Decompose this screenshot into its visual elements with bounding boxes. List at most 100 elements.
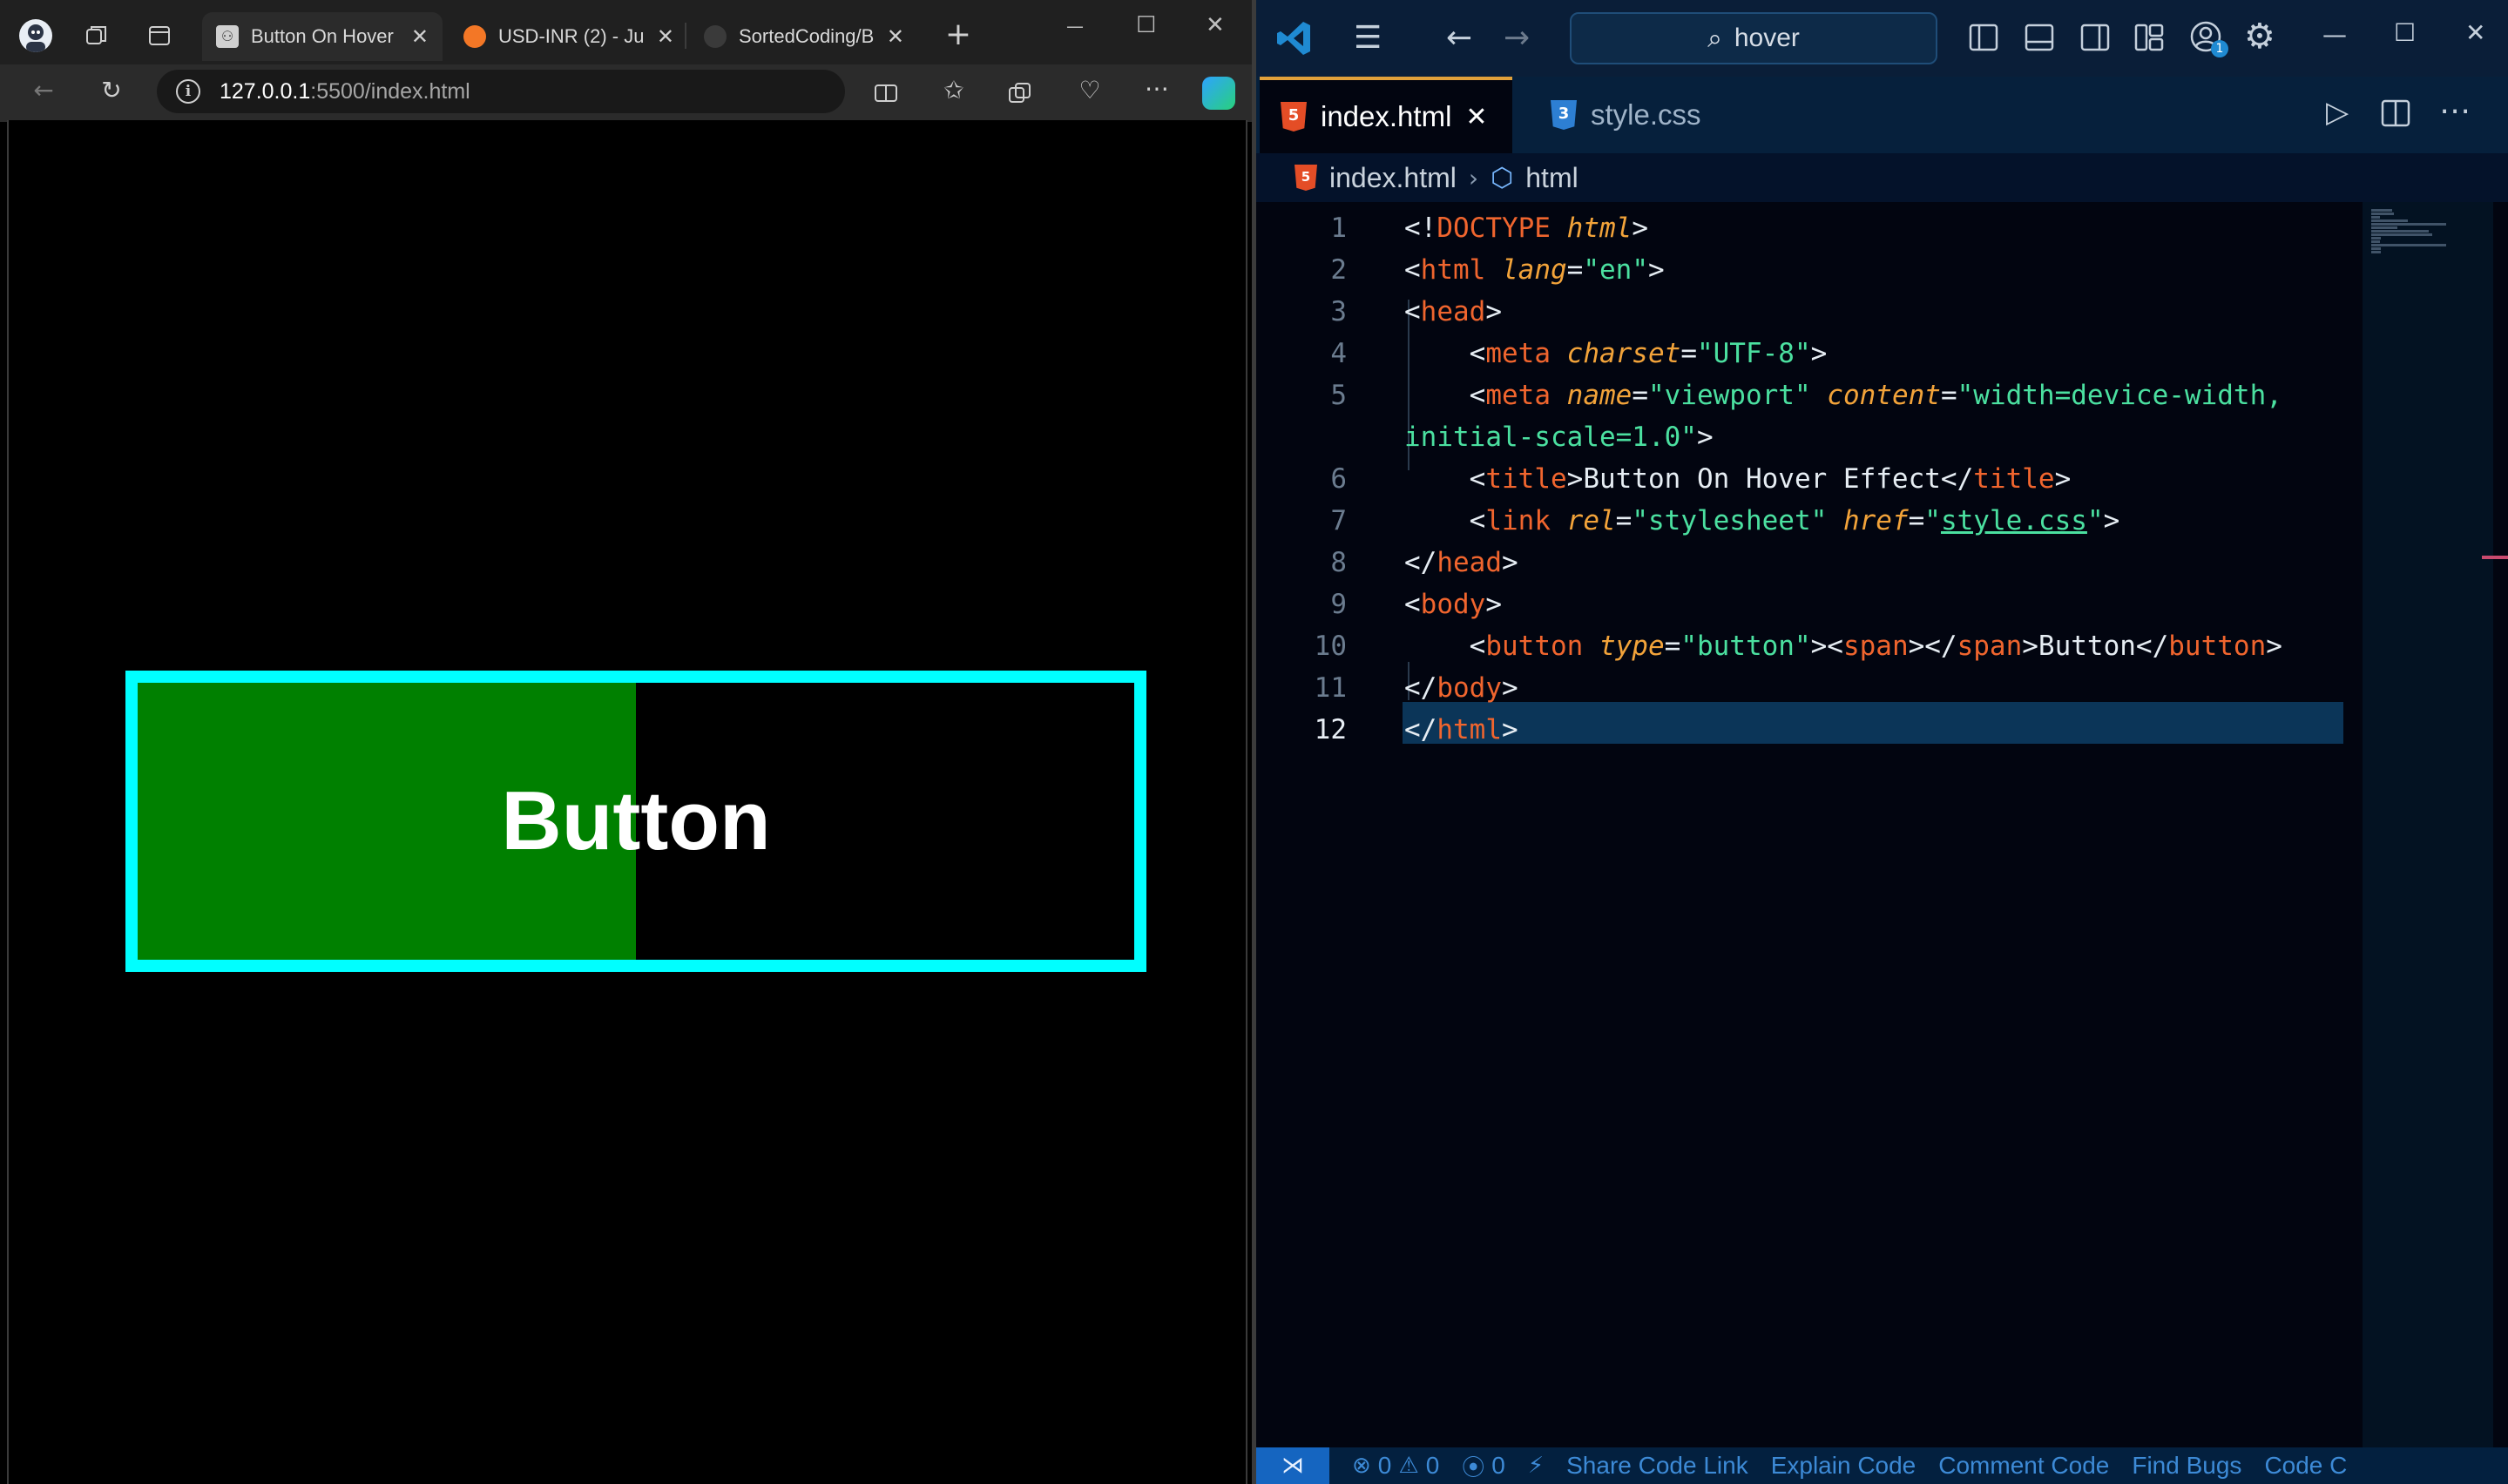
code-line[interactable]: 3 <head> xyxy=(1256,291,2363,333)
code-text: <!DOCTYPE html> xyxy=(1404,212,1648,244)
status-share-code-link[interactable]: Share Code Link xyxy=(1566,1452,1748,1480)
status-explain-code[interactable]: Explain Code xyxy=(1771,1452,1916,1480)
more-icon[interactable]: ⋯ xyxy=(1141,77,1173,101)
close-tab-icon[interactable]: ✕ xyxy=(887,24,904,49)
browser-tab-button-on-hover[interactable]: ⚇ Button On Hover ✕ xyxy=(202,12,443,61)
nav-back-icon[interactable]: ← xyxy=(1446,23,1472,54)
jupyter-icon xyxy=(463,25,486,48)
status-find-bugs[interactable]: Find Bugs xyxy=(2132,1452,2241,1480)
address-bar[interactable]: i 127.0.0.1:5500/index.html xyxy=(157,70,845,113)
browser-tab-usd-inr[interactable]: USD-INR (2) - Jup ✕ xyxy=(450,12,688,61)
menu-icon[interactable]: ☰ xyxy=(1354,23,1382,54)
ports-status[interactable]: ⦿ 0 xyxy=(1462,1450,1505,1482)
close-window-button[interactable]: ✕ xyxy=(1206,12,1225,38)
remote-icon[interactable]: ⋊ xyxy=(1256,1447,1329,1484)
collections-icon[interactable] xyxy=(1005,80,1035,111)
code-line[interactable]: 2 <html lang="en"> xyxy=(1256,249,2363,291)
settings-gear-icon[interactable]: ⚙ xyxy=(2244,19,2275,54)
code-editor[interactable]: 1 <!DOCTYPE html> 2 <html lang="en"> 3 <head>… xyxy=(1256,202,2363,1447)
status-bar: ⋊ ⊗ 0 ⚠ 0 ⦿ 0 ⚡ Share Code Link Explain Cod… xyxy=(1256,1447,2508,1484)
status-comment-code[interactable]: Comment Code xyxy=(1938,1452,2109,1480)
code-line[interactable]: 10 <button type="button"><span></span>Bu… xyxy=(1256,625,2363,667)
minimize-button[interactable]: — xyxy=(1066,16,1084,37)
line-number: 5 xyxy=(1330,380,1347,411)
account-icon[interactable]: 1 xyxy=(2188,19,2228,62)
ports-count: 0 xyxy=(1491,1452,1505,1479)
code-line[interactable]: 9 <body> xyxy=(1256,583,2363,625)
code-line[interactable]: initial-scale=1.0"> xyxy=(1256,416,2363,458)
line-number: 10 xyxy=(1314,631,1347,662)
new-tab-button[interactable]: + xyxy=(943,19,974,51)
close-tab-icon[interactable]: ✕ xyxy=(411,24,429,49)
minimap-line xyxy=(2371,244,2447,246)
minimap-line xyxy=(2371,212,2394,215)
run-icon[interactable]: ▷ xyxy=(2326,98,2349,127)
command-center-search[interactable]: ⌕ hover xyxy=(1570,12,1937,64)
editor-tab-style-css[interactable]: 3 style.css xyxy=(1530,77,1722,153)
code-line[interactable]: 12 </html> xyxy=(1256,709,2363,751)
tab-actions-icon[interactable] xyxy=(146,23,172,49)
status-code-c[interactable]: Code C xyxy=(2264,1452,2347,1480)
copilot-icon[interactable] xyxy=(1202,77,1235,110)
problems-status[interactable]: ⊗ 0 ⚠ 0 xyxy=(1352,1452,1439,1480)
line-number: 3 xyxy=(1330,296,1347,327)
toggle-sidebar-icon[interactable] xyxy=(1967,21,2000,60)
minimize-button[interactable]: — xyxy=(2322,23,2347,47)
close-tab-icon[interactable]: ✕ xyxy=(657,24,674,49)
more-actions-icon[interactable]: ⋯ xyxy=(2439,96,2471,127)
code-line[interactable]: 5 <meta name="viewport" content="width=d… xyxy=(1256,374,2363,416)
back-icon[interactable]: ← xyxy=(28,78,59,103)
search-text: hover xyxy=(1734,24,1800,52)
minimap[interactable] xyxy=(2363,202,2493,1447)
code-text: <meta charset="UTF-8"> xyxy=(1404,338,1828,369)
browser-tab-sortedcoding[interactable]: SortedCoding/Bu ✕ xyxy=(690,12,918,61)
tab-title: SortedCoding/Bu xyxy=(739,25,875,47)
customize-layout-icon[interactable] xyxy=(2133,21,2166,60)
search-icon: ⌕ xyxy=(1707,23,1722,54)
code-line[interactable]: 6 <title>Button On Hover Effect</title> xyxy=(1256,458,2363,500)
minimap-line xyxy=(2371,240,2380,243)
page-viewport: Button xyxy=(7,120,1247,1484)
close-window-button[interactable]: ✕ xyxy=(2465,21,2485,45)
refresh-icon[interactable]: ↻ xyxy=(96,78,127,103)
broadcast-icon: ⦿ xyxy=(1462,1454,1485,1481)
nav-forward-icon[interactable]: → xyxy=(1504,23,1530,54)
browser-essentials-icon[interactable]: ♡ xyxy=(1075,78,1105,103)
url-rest: :5500/index.html xyxy=(310,78,470,104)
vscode-window: ☰ ← → ⌕ hover 1 ⚙ — ☐ ✕ 5 index.html ✕ 3… xyxy=(1256,0,2508,1484)
code-text: <link rel="stylesheet" href="style.css"> xyxy=(1404,505,2120,536)
code-text: </body> xyxy=(1404,672,1518,704)
breadcrumb-file[interactable]: index.html xyxy=(1329,162,1457,194)
code-line[interactable]: 4 <meta charset="UTF-8"> xyxy=(1256,333,2363,374)
maximize-button[interactable]: ☐ xyxy=(1136,12,1156,38)
hover-demo-button[interactable]: Button xyxy=(125,671,1146,972)
split-screen-icon[interactable] xyxy=(871,80,901,111)
line-number: 2 xyxy=(1330,254,1347,286)
account-badge: 1 xyxy=(2211,40,2228,57)
favorites-icon[interactable]: ✩ xyxy=(939,78,969,103)
code-line[interactable]: 1 <!DOCTYPE html> xyxy=(1256,207,2363,249)
split-editor-icon[interactable] xyxy=(2380,98,2411,135)
breadcrumb-element[interactable]: html xyxy=(1525,162,1578,194)
line-number: 12 xyxy=(1314,714,1347,745)
code-line[interactable]: 7 <link rel="stylesheet" href="style.css… xyxy=(1256,500,2363,542)
code-line[interactable]: 11 </body> xyxy=(1256,667,2363,709)
code-text: <button type="button"><span></span>Butto… xyxy=(1404,631,2282,662)
element-cube-icon: ⬡ xyxy=(1491,162,1514,193)
browser-window: ⚇ Button On Hover ✕ USD-INR (2) - Jup ✕ … xyxy=(0,0,1252,1484)
toggle-panel-icon[interactable] xyxy=(2023,21,2056,60)
tab-title: USD-INR (2) - Jup xyxy=(498,25,645,47)
minimap-line xyxy=(2371,247,2382,250)
editor-tab-index-html[interactable]: 5 index.html ✕ xyxy=(1260,77,1512,153)
code-line[interactable]: 8 </head> xyxy=(1256,542,2363,583)
toggle-secondary-sidebar-icon[interactable] xyxy=(2079,21,2112,60)
code-text: </head> xyxy=(1404,547,1518,578)
lightning-icon[interactable]: ⚡ xyxy=(1528,1453,1544,1479)
workspaces-icon[interactable] xyxy=(84,23,110,49)
profile-avatar[interactable] xyxy=(19,19,52,52)
close-tab-icon[interactable]: ✕ xyxy=(1465,102,1487,132)
warning-icon: ⚠ xyxy=(1398,1453,1419,1479)
site-info-icon[interactable]: i xyxy=(176,79,200,104)
tab-title: Button On Hover xyxy=(251,25,394,47)
maximize-button[interactable]: ☐ xyxy=(2394,21,2416,45)
